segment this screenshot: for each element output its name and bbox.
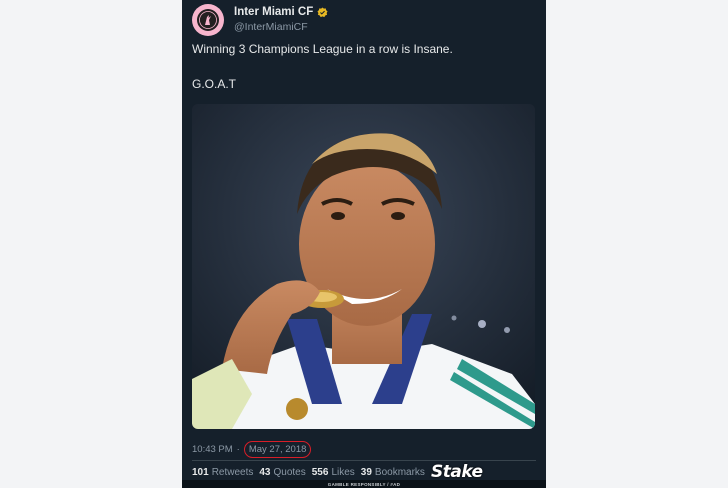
author-row: Inter Miami CF [234, 6, 328, 18]
tweet-text-line-2: G.O.A.T [192, 77, 237, 91]
likes-label: Likes [331, 467, 355, 478]
stat-quotes[interactable]: 43 Quotes [259, 467, 305, 478]
display-name[interactable]: Inter Miami CF [234, 6, 313, 18]
tweet-meta: 10:43 PM · May 27, 2018 [192, 441, 312, 458]
ad-disclaimer-text: GAMBLE RESPONSIBLY / #AD [327, 481, 401, 487]
stake-logo: Stake [431, 462, 483, 482]
quotes-count: 43 [259, 467, 271, 478]
handle[interactable]: @InterMiamiCF [234, 21, 308, 33]
tweet-date[interactable]: May 27, 2018 [243, 441, 312, 458]
likes-count: 556 [311, 467, 329, 478]
tweet-photo[interactable] [192, 104, 535, 429]
retweets-count: 101 [192, 467, 209, 478]
tweet-card: Inter Miami CF @InterMiamiCF Winning 3 C… [182, 0, 546, 488]
verified-badge-icon [317, 6, 328, 17]
avatar[interactable] [192, 4, 224, 36]
stat-retweets[interactable]: 101 Retweets [192, 467, 253, 478]
divider [192, 460, 536, 461]
tweet-text-line-1: Winning 3 Champions League in a row is I… [192, 42, 453, 56]
retweets-label: Retweets [211, 467, 254, 478]
tweet-time[interactable]: 10:43 PM [192, 444, 233, 455]
player-photo [192, 104, 535, 429]
stat-bookmarks[interactable]: 39 Bookmarks [361, 467, 425, 478]
meta-separator: · [236, 444, 240, 455]
heron-crest-icon [197, 9, 219, 31]
engagement-stats: 101 Retweets 43 Quotes 556 Likes 39 Book… [192, 467, 425, 478]
tweet-date-text: May 27, 2018 [248, 444, 307, 455]
ad-disclaimer-bar: GAMBLE RESPONSIBLY / #AD [182, 480, 546, 488]
stat-likes[interactable]: 556 Likes [312, 467, 355, 478]
bookmarks-label: Bookmarks [374, 467, 425, 478]
bookmarks-count: 39 [360, 467, 372, 478]
quotes-label: Quotes [273, 467, 306, 478]
